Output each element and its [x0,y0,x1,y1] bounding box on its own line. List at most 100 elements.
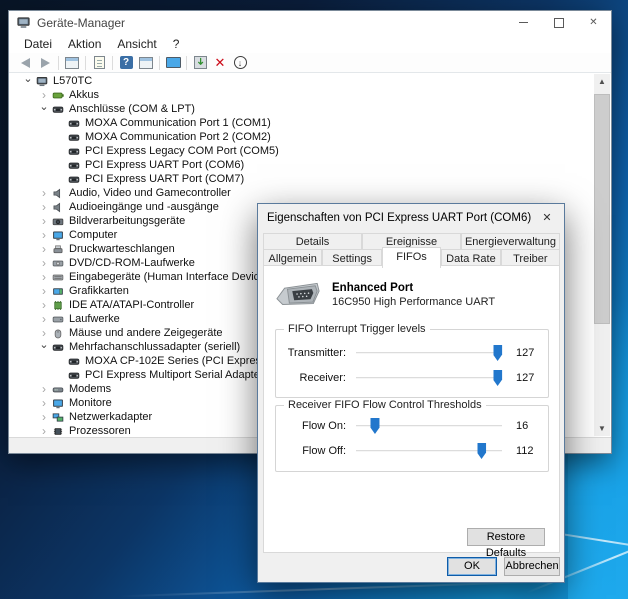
back-icon[interactable] [16,55,34,71]
flow-off-slider[interactable] [356,442,502,460]
menu-datei[interactable]: Datei [16,35,60,53]
serial-port-icon [67,369,81,382]
transmitter-label: Transmitter: [276,347,346,359]
tree-item[interactable]: PCI Express UART Port (COM7) [9,172,611,186]
flow-off-label: Flow Off: [276,445,346,457]
toolbar-separator [85,56,86,70]
forward-icon[interactable] [36,55,54,71]
slider-thumb[interactable] [493,345,502,361]
menu-ansicht[interactable]: Ansicht [109,35,164,53]
tree-item-root[interactable]: L570TC [9,74,611,88]
receiver-slider[interactable] [356,369,502,387]
tree-item[interactable]: Anschlüsse (COM & LPT) [9,102,611,116]
maximize-icon[interactable] [541,11,576,34]
monitor-icon [51,229,65,242]
chevron-collapsed-icon[interactable] [37,200,51,215]
slider-thumb[interactable] [370,418,379,434]
tab-control: Details Ereignisse Energieverwaltung All… [263,233,560,267]
menu-help[interactable]: ? [165,35,188,53]
chip-icon [51,299,65,312]
battery-icon [51,89,65,102]
chevron-collapsed-icon[interactable] [37,256,51,271]
serial-port-icon [67,131,81,144]
slider-thumb[interactable] [493,370,502,386]
toolbar-separator [58,56,59,70]
chevron-collapsed-icon[interactable] [37,270,51,285]
receiver-value: 127 [516,372,546,384]
chevron-collapsed-icon[interactable] [37,396,51,411]
computer-icon [35,75,49,88]
restore-defaults-button[interactable]: Restore Defaults [467,528,545,546]
chevron-expanded-icon[interactable] [37,340,51,354]
toolbar-separator [112,56,113,70]
properties-icon[interactable] [90,55,108,71]
disable-device-icon[interactable]: ↓ [231,55,249,71]
chevron-collapsed-icon[interactable] [37,214,51,229]
slider-track[interactable] [356,352,502,354]
flow-on-value: 16 [516,420,546,432]
uninstall-device-icon[interactable]: ✕ [211,55,229,71]
title-bar[interactable]: Geräte-Manager [9,11,611,34]
minimize-icon[interactable] [506,11,541,34]
chevron-collapsed-icon[interactable] [37,284,51,299]
printer-icon [51,243,65,256]
chevron-expanded-icon[interactable] [21,74,35,88]
groupbox-title: Receiver FIFO Flow Control Thresholds [284,399,486,411]
chevron-collapsed-icon[interactable] [37,186,51,201]
cancel-button[interactable]: Abbrechen [504,557,560,576]
menu-aktion[interactable]: Aktion [60,35,109,53]
tree-item[interactable]: Akkus [9,88,611,102]
tree-item[interactable]: PCI Express UART Port (COM6) [9,158,611,172]
close-icon[interactable] [576,11,611,34]
serial-port-icon [67,173,81,186]
camera-icon [51,215,65,228]
tree-item[interactable]: MOXA Communication Port 2 (COM2) [9,130,611,144]
dialog-close-icon[interactable]: ✕ [530,204,564,231]
transmitter-slider[interactable] [356,344,502,362]
ok-button[interactable]: OK [447,557,497,576]
tab-fifos[interactable]: FIFOs [382,247,441,268]
device-name: Enhanced Port [332,282,495,294]
mouse-icon [51,327,65,340]
device-list-window-icon[interactable] [137,55,155,71]
chevron-collapsed-icon[interactable] [37,382,51,397]
console-window-icon[interactable] [63,55,81,71]
serial-port-icon [51,341,65,354]
slider-thumb[interactable] [477,443,486,459]
serial-port-icon [67,355,81,368]
tree-item[interactable]: MOXA Communication Port 1 (COM1) [9,116,611,130]
tree-item[interactable]: PCI Express Legacy COM Port (COM5) [9,144,611,158]
chevron-collapsed-icon[interactable] [37,410,51,425]
vertical-scrollbar[interactable]: ▲ ▼ [594,74,610,436]
properties-dialog: Eigenschaften von PCI Express UART Port … [257,203,565,583]
monitor-icon [51,397,65,410]
chevron-expanded-icon[interactable] [37,102,51,116]
transmitter-slider-row: Transmitter: 127 [276,344,548,362]
scrollbar-thumb[interactable] [594,94,610,324]
scroll-down-icon[interactable]: ▼ [594,421,610,436]
wallpaper-beam [120,581,540,598]
remote-computer-icon[interactable] [164,55,182,71]
flow-on-slider[interactable] [356,417,502,435]
slider-track[interactable] [356,377,502,379]
tab-details[interactable]: Details [263,233,362,249]
toolbar-separator [186,56,187,70]
help-icon[interactable]: ? [117,55,135,71]
desktop-wallpaper: Geräte-Manager Datei Aktion Ansicht ? ? [0,0,628,599]
chevron-collapsed-icon[interactable] [37,424,51,437]
tab-energieverwaltung[interactable]: Energieverwaltung [461,233,560,249]
flow-on-slider-row: Flow On: 16 [276,417,548,435]
chevron-collapsed-icon[interactable] [37,242,51,257]
update-driver-icon[interactable] [191,55,209,71]
tree-item[interactable]: Audio, Video und Gamecontroller [9,186,611,200]
chevron-collapsed-icon[interactable] [37,298,51,313]
dialog-title-bar[interactable]: Eigenschaften von PCI Express UART Port … [258,204,564,232]
serial-port-icon [51,103,65,116]
scroll-up-icon[interactable]: ▲ [594,74,610,89]
chevron-collapsed-icon[interactable] [37,312,51,327]
transmitter-value: 127 [516,347,546,359]
network-adapter-icon [51,411,65,424]
receiver-slider-row: Receiver: 127 [276,369,548,387]
chevron-collapsed-icon[interactable] [37,228,51,243]
graphics-card-icon [51,285,65,298]
